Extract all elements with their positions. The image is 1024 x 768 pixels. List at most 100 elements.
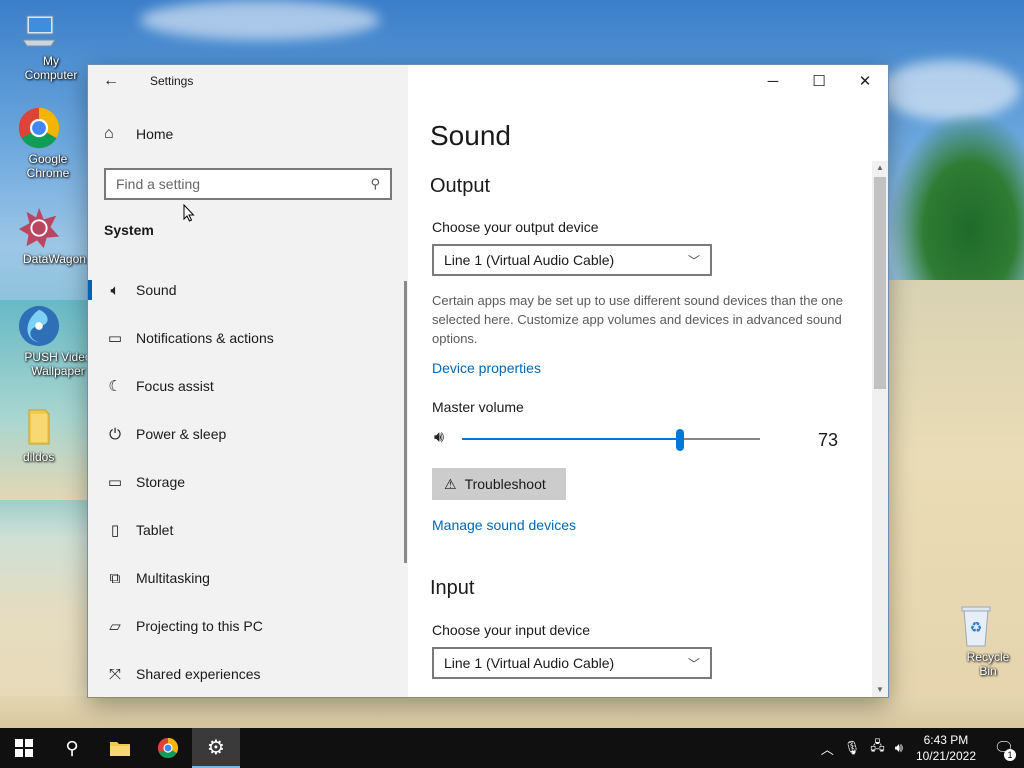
sidebar-item-label: Notifications & actions xyxy=(136,330,274,346)
desktop-icon-push-video-wallpaper[interactable]: PUSH Video Wallpaper xyxy=(0,304,92,378)
desktop-icon-recycle-bin[interactable]: ♻ Recycle Bin xyxy=(936,604,1016,678)
scroll-down-icon[interactable]: ▼ xyxy=(872,683,888,697)
settings-window: ← Settings ⌂ Home ⚲ System 🔈︎ Sound ▭ No… xyxy=(88,65,888,697)
sidebar-item-label: Focus assist xyxy=(136,378,214,394)
sidebar-item-label: Storage xyxy=(136,474,186,490)
notification-icon: ▭ xyxy=(107,330,123,347)
sidebar-item-shared-experiences[interactable]: ⤧ Shared experiences xyxy=(88,650,404,698)
desktop-icon-my-computer[interactable]: My Computer xyxy=(0,8,79,82)
desktop-icon-label: DataWagon... xyxy=(23,252,96,266)
maximize-button[interactable]: ☐ xyxy=(796,65,842,97)
taskbar-chrome[interactable] xyxy=(144,728,192,768)
clock-date: 10/21/2022 xyxy=(915,749,976,763)
chevron-down-icon: ﹀ xyxy=(687,253,700,268)
network-icon[interactable]: 🖧 xyxy=(865,737,890,759)
tablet-icon: ▯ xyxy=(110,522,120,539)
input-heading: Input xyxy=(430,577,475,599)
search-icon: ⚲ xyxy=(370,176,380,191)
taskbar-search-button[interactable]: ⚲ xyxy=(48,728,96,768)
troubleshoot-button[interactable]: ⚠ Troubleshoot xyxy=(432,468,566,500)
svg-text:♻: ♻ xyxy=(970,619,983,635)
taskbar: ⚲ ⚙ ︿ 🎙︎ 🖧 🔊︎ 6:43 PM 10/21/2022 🗨︎ 1 xyxy=(0,728,1024,768)
section-title-system: System xyxy=(104,222,154,238)
wallpaper-cloud xyxy=(140,0,380,40)
output-device-dropdown[interactable]: Line 1 (Virtual Audio Cable) ﹀ xyxy=(432,244,712,276)
scrollbar-thumb[interactable] xyxy=(874,177,886,389)
desktop-icon-google-chrome[interactable]: Google Chrome xyxy=(0,106,79,180)
main-scrollbar[interactable]: ▲ ▼ xyxy=(872,161,888,697)
computer-icon xyxy=(17,8,61,52)
close-button[interactable]: ✕ xyxy=(842,65,888,97)
volume-slider-thumb[interactable] xyxy=(675,429,684,451)
windows-logo-icon xyxy=(15,739,33,757)
troubleshoot-label: Troubleshoot xyxy=(464,476,546,492)
datawagon-icon xyxy=(17,206,61,250)
title-bar: ← Settings xyxy=(88,65,408,97)
notification-count-badge: 1 xyxy=(1004,749,1016,761)
volume-slider[interactable] xyxy=(462,429,760,451)
settings-sidebar: ← Settings ⌂ Home ⚲ System 🔈︎ Sound ▭ No… xyxy=(88,65,408,697)
manage-sound-devices-link[interactable]: Manage sound devices xyxy=(432,517,576,533)
output-description: Certain apps may be set up to use differ… xyxy=(432,293,843,346)
sidebar-item-label: Power & sleep xyxy=(136,426,227,442)
search-input[interactable] xyxy=(116,176,371,192)
projecting-icon: ▱ xyxy=(109,618,121,635)
desktop-icon-label: Recycle Bin xyxy=(966,650,1010,678)
sidebar-item-focus-assist[interactable]: ☾ Focus assist xyxy=(88,362,404,410)
volume-value: 73 xyxy=(818,430,839,450)
close-icon: ✕ xyxy=(858,73,872,90)
minimize-button[interactable]: ─ xyxy=(750,65,796,97)
scroll-up-icon[interactable]: ▲ xyxy=(872,161,888,175)
sidebar-item-tablet[interactable]: ▯ Tablet xyxy=(88,506,404,554)
search-box[interactable]: ⚲ xyxy=(104,168,392,200)
power-icon: ⏻ xyxy=(109,425,121,443)
master-volume-row: 🔊︎ 73 xyxy=(432,427,852,451)
desktop-icon-label: dildos xyxy=(23,450,55,464)
sidebar-item-label: Shared experiences xyxy=(136,666,261,682)
back-button[interactable]: ← xyxy=(88,65,134,97)
speaker-icon[interactable]: 🔊︎ xyxy=(434,429,444,447)
sidebar-item-notifications[interactable]: ▭ Notifications & actions xyxy=(88,314,404,362)
minimize-icon: ─ xyxy=(767,72,779,90)
warning-icon: ⚠ xyxy=(444,475,457,492)
input-device-value: Line 1 (Virtual Audio Cable) xyxy=(444,655,615,671)
desktop-icon-dildos[interactable]: dildos xyxy=(0,404,79,464)
device-properties-link[interactable]: Device properties xyxy=(432,360,541,376)
sidebar-item-sound[interactable]: 🔈︎ Sound xyxy=(88,266,404,314)
speaker-icon: 🔈︎ xyxy=(110,281,120,299)
start-button[interactable] xyxy=(0,728,48,768)
sidebar-item-multitasking[interactable]: ⧉ Multitasking xyxy=(88,554,404,602)
action-center-button[interactable]: 🗨︎ 1 xyxy=(984,728,1024,768)
input-device-dropdown[interactable]: Line 1 (Virtual Audio Cable) ﹀ xyxy=(432,647,712,679)
output-device-label: Choose your output device xyxy=(432,219,599,235)
output-device-value: Line 1 (Virtual Audio Cable) xyxy=(444,252,615,268)
sidebar-nav: 🔈︎ Sound ▭ Notifications & actions ☾ Foc… xyxy=(88,266,404,698)
desktop-icon-label: My Computer xyxy=(24,54,78,82)
moon-icon: ☾ xyxy=(108,378,122,395)
sidebar-item-projecting[interactable]: ▱ Projecting to this PC xyxy=(88,602,404,650)
chrome-icon xyxy=(157,737,179,759)
microphone-icon[interactable]: 🎙︎ xyxy=(839,740,866,756)
clock[interactable]: 6:43 PM 10/21/2022 xyxy=(908,732,984,764)
settings-main: ─ ☐ ✕ Sound Output Choose your output de… xyxy=(408,65,888,697)
sidebar-item-label: Projecting to this PC xyxy=(136,618,263,634)
back-arrow-icon: ← xyxy=(103,72,119,89)
system-tray: ︿ 🎙︎ 🖧 🔊︎ 6:43 PM 10/21/2022 🗨︎ 1 xyxy=(816,728,1024,768)
folder-icon xyxy=(17,404,61,448)
sidebar-item-power-sleep[interactable]: ⏻ Power & sleep xyxy=(88,410,404,458)
chevron-up-icon[interactable]: ︿ xyxy=(816,739,839,758)
folder-icon xyxy=(110,742,130,756)
sidebar-item-storage[interactable]: ▭ Storage xyxy=(88,458,404,506)
taskbar-file-explorer[interactable] xyxy=(96,728,144,768)
sidebar-scrollbar[interactable] xyxy=(404,281,407,563)
window-title: Settings xyxy=(150,74,194,88)
taskbar-settings[interactable]: ⚙ xyxy=(192,728,240,768)
volume-icon[interactable]: 🔊︎ xyxy=(890,740,908,756)
sidebar-item-home[interactable]: ⌂ Home xyxy=(104,125,173,143)
input-device-label: Choose your input device xyxy=(432,622,590,638)
chevron-down-icon: ﹀ xyxy=(687,656,700,671)
window-controls: ─ ☐ ✕ xyxy=(750,65,888,97)
sidebar-item-label: Multitasking xyxy=(136,570,210,586)
desktop-icon-datawagon[interactable]: DataWagon... xyxy=(0,206,96,266)
maximize-icon: ☐ xyxy=(812,73,826,90)
